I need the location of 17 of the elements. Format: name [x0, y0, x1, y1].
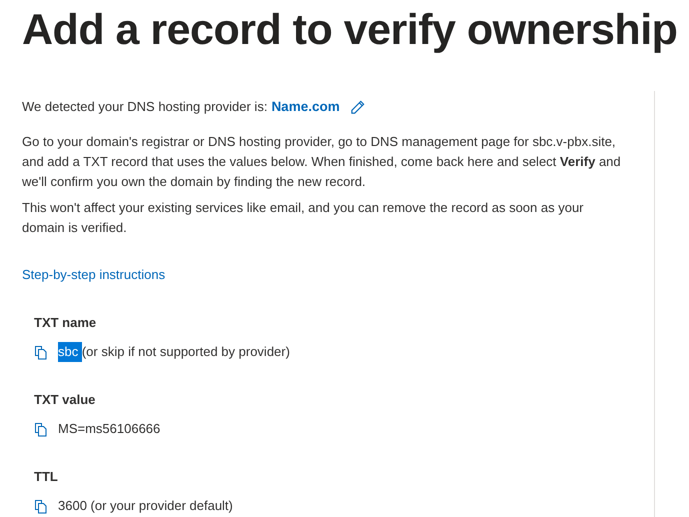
record-note: (or skip if not supported by provider) — [82, 343, 290, 361]
instructions-link[interactable]: Step-by-step instructions — [22, 265, 166, 285]
record-value: sbc — [58, 342, 82, 362]
record-value: 3600 (or your provider default) — [58, 497, 233, 515]
record-label: TXT value — [34, 391, 96, 409]
copy-icon[interactable] — [34, 422, 48, 436]
edit-icon[interactable] — [350, 100, 365, 114]
copy-icon[interactable] — [34, 498, 48, 514]
instruction-text: This won't affect your existing services like email, and you can remove the record as soon as your domain is verified. — [22, 199, 585, 237]
provider-name: Name.com — [271, 98, 340, 116]
record-label: TXT name — [34, 314, 98, 332]
instruction-text: Go to your domain's registrar or DNS hosting provider, go to DNS management page for sbc.v-pbx.site, and add a TXT record that uses the values below. When finished, come back here and select Verify and we'll confirm you own the domain by finding the new record. — [22, 133, 622, 191]
record-value: MS=ms56106666 — [58, 420, 160, 438]
record-label: TTL — [34, 468, 59, 486]
provider-label: We detected your DNS hosting provider is: — [22, 98, 268, 116]
copy-icon[interactable] — [34, 344, 48, 360]
page-title: Add a record to verify ownership — [21, 5, 678, 52]
